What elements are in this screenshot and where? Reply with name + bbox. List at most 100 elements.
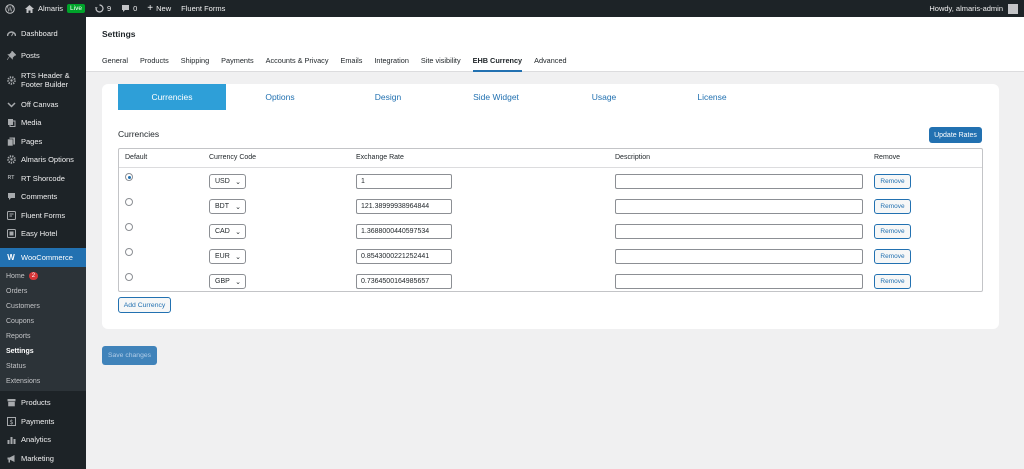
exchange-rate-input[interactable]: 0.7364500164985657 xyxy=(356,274,452,289)
tab-currencies[interactable]: Currencies xyxy=(118,84,226,110)
remove-button[interactable]: Remove xyxy=(874,174,911,189)
submenu-item-settings[interactable]: Settings xyxy=(0,344,86,359)
sidebar-item-label: RT Shorcode xyxy=(21,173,65,183)
tab-license[interactable]: License xyxy=(658,84,766,110)
description-input[interactable] xyxy=(615,274,863,289)
sidebar-item-label: Media xyxy=(21,118,42,128)
tab-general[interactable]: General xyxy=(102,55,128,72)
currency-code-select[interactable]: USD ⌄ xyxy=(209,174,246,189)
currency-code-value: USD xyxy=(215,178,230,185)
tab-side-widget[interactable]: Side Widget xyxy=(442,84,550,110)
updates-link[interactable]: 9 xyxy=(90,0,116,17)
column-header-description: Description xyxy=(615,154,651,161)
description-input[interactable] xyxy=(615,224,863,239)
update-rates-button[interactable]: Update Rates xyxy=(929,127,982,143)
woocommerce-icon: W xyxy=(7,252,15,262)
sidebar-item-fluent-forms[interactable]: Fluent Forms xyxy=(0,206,86,225)
sidebar-item-media[interactable]: Media xyxy=(0,114,86,133)
submenu-item-reports[interactable]: Reports xyxy=(0,329,86,344)
sidebar-item-rts-header-footer[interactable]: RTS Header & Footer Builder xyxy=(0,65,86,95)
comments-link[interactable]: 0 xyxy=(116,0,142,17)
tab-accounts-privacy[interactable]: Accounts & Privacy xyxy=(266,55,329,72)
table-row: EUR ⌄ 0.8543000221252441 Remove xyxy=(119,243,982,268)
wordpress-logo-icon[interactable]: W xyxy=(0,0,20,17)
submenu-item-coupons[interactable]: Coupons xyxy=(0,314,86,329)
sidebar-item-label: WooCommerce xyxy=(21,252,73,262)
sidebar-item-pages[interactable]: Pages xyxy=(0,132,86,151)
sidebar-item-posts[interactable]: Posts xyxy=(0,47,86,66)
admin-sidebar: Dashboard Posts RTS Header & Footer Buil… xyxy=(0,17,86,469)
currency-code-select[interactable]: CAD ⌄ xyxy=(209,224,246,239)
tab-integration[interactable]: Integration xyxy=(374,55,408,72)
sidebar-item-label: Off Canvas xyxy=(21,99,59,109)
remove-button[interactable]: Remove xyxy=(874,249,911,264)
sidebar-item-label: Fluent Forms xyxy=(21,210,66,220)
sidebar-item-comments[interactable]: Comments xyxy=(0,188,86,207)
fluent-forms-link[interactable]: Fluent Forms xyxy=(176,0,230,17)
description-input[interactable] xyxy=(615,249,863,264)
exchange-rate-input[interactable]: 121.38999938964844 xyxy=(356,199,452,214)
save-changes-button[interactable]: Save changes xyxy=(102,346,157,365)
remove-button[interactable]: Remove xyxy=(874,224,911,239)
bar-chart-icon xyxy=(6,435,16,445)
default-radio[interactable] xyxy=(125,223,133,231)
currency-code-value: GBP xyxy=(215,278,230,285)
site-name-link[interactable]: Almaris Live xyxy=(20,0,90,17)
new-content-link[interactable]: + New xyxy=(142,0,176,17)
currency-settings-card: Currencies Options Design Side Widget Us… xyxy=(102,84,999,329)
tab-site-visibility[interactable]: Site visibility xyxy=(421,55,461,72)
sidebar-item-products[interactable]: Products xyxy=(0,394,86,413)
tab-ehb-currency[interactable]: EHB Currency xyxy=(472,55,523,72)
sidebar-item-woocommerce[interactable]: W WooCommerce xyxy=(0,248,86,267)
description-input[interactable] xyxy=(615,174,863,189)
sidebar-item-almaris-options[interactable]: Almaris Options xyxy=(0,151,86,170)
currency-code-value: BDT xyxy=(215,203,229,210)
admin-bar: W Almaris Live 9 0 + New Fluent Forms Ho… xyxy=(0,0,1024,17)
default-radio[interactable] xyxy=(125,273,133,281)
sidebar-item-easy-hotel[interactable]: Easy Hotel xyxy=(0,225,86,244)
submenu-item-home[interactable]: Home 2 xyxy=(0,269,86,284)
sidebar-item-marketing[interactable]: Marketing xyxy=(0,449,86,468)
currency-code-select[interactable]: BDT ⌄ xyxy=(209,199,246,214)
exchange-rate-input[interactable]: 1.3688000440597534 xyxy=(356,224,452,239)
table-row: CAD ⌄ 1.3688000440597534 Remove xyxy=(119,218,982,243)
tab-advanced[interactable]: Advanced xyxy=(534,55,566,72)
tab-shipping[interactable]: Shipping xyxy=(181,55,209,72)
sidebar-item-dashboard[interactable]: Dashboard xyxy=(0,24,86,43)
tab-usage[interactable]: Usage xyxy=(550,84,658,110)
submenu-item-extensions[interactable]: Extensions xyxy=(0,374,86,389)
settings-header: Settings General Products Shipping Payme… xyxy=(86,17,1024,72)
submenu-item-customers[interactable]: Customers xyxy=(0,299,86,314)
default-radio[interactable] xyxy=(125,248,133,256)
sidebar-item-off-canvas[interactable]: Off Canvas xyxy=(0,95,86,114)
tab-options[interactable]: Options xyxy=(226,84,334,110)
comment-icon xyxy=(121,4,130,13)
description-input[interactable] xyxy=(615,199,863,214)
sidebar-item-label: RTS Header & Footer Builder xyxy=(21,71,70,89)
sidebar-item-payments[interactable]: $ Payments xyxy=(0,412,86,431)
remove-button[interactable]: Remove xyxy=(874,274,911,289)
media-icon xyxy=(6,118,16,128)
my-account[interactable]: Howdy, almaris-admin xyxy=(929,3,1024,14)
submenu-item-status[interactable]: Status xyxy=(0,359,86,374)
sidebar-item-label: Payments xyxy=(21,416,55,426)
currency-code-select[interactable]: EUR ⌄ xyxy=(209,249,246,264)
submenu-item-orders[interactable]: Orders xyxy=(0,284,86,299)
remove-button[interactable]: Remove xyxy=(874,199,911,214)
sidebar-item-analytics[interactable]: Analytics xyxy=(0,431,86,450)
exchange-rate-input[interactable]: 1 xyxy=(356,174,452,189)
live-badge: Live xyxy=(67,4,85,13)
tab-design[interactable]: Design xyxy=(334,84,442,110)
tab-payments[interactable]: Payments xyxy=(221,55,253,72)
tab-emails[interactable]: Emails xyxy=(340,55,362,72)
default-radio[interactable] xyxy=(125,198,133,206)
default-radio[interactable] xyxy=(125,173,133,181)
sidebar-item-rt-shortcode[interactable]: RT RT Shorcode xyxy=(0,169,86,188)
tab-products[interactable]: Products xyxy=(140,55,169,72)
chevron-down-icon: ⌄ xyxy=(235,229,241,236)
pages-icon xyxy=(6,136,16,146)
currency-code-select[interactable]: GBP ⌄ xyxy=(209,274,246,289)
settings-tabs: General Products Shipping Payments Accou… xyxy=(102,55,579,72)
add-currency-button[interactable]: Add Currency xyxy=(118,297,171,313)
exchange-rate-input[interactable]: 0.8543000221252441 xyxy=(356,249,452,264)
